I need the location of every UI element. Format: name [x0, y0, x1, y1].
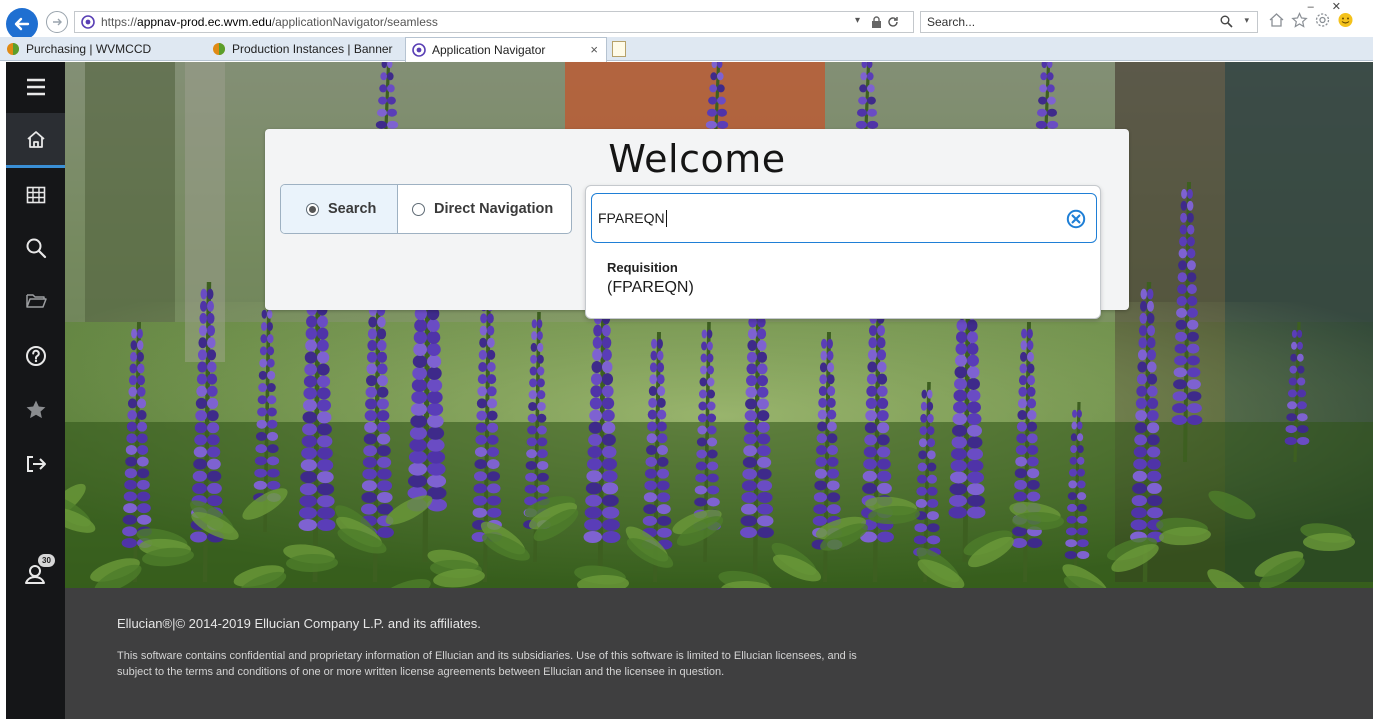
footer-legal-notice: This software contains confidential and …: [117, 650, 857, 678]
app-navigator-favicon-icon: [412, 43, 426, 57]
tab-label: Production Instances | Banner: [232, 42, 393, 56]
search-icon[interactable]: [1220, 15, 1233, 28]
result-title: Requisition: [607, 260, 678, 275]
sidebar-item-favorites[interactable]: [6, 384, 65, 434]
home-icon[interactable]: [1268, 12, 1285, 28]
window-controls[interactable]: –✕: [1308, 0, 1359, 13]
tab-application-navigator[interactable]: Application Navigator ×: [405, 37, 607, 62]
footer-copyright: Ellucian®|© 2014-2019 Ellucian Company L…: [117, 616, 481, 631]
lock-icon: [872, 16, 881, 28]
search-radio[interactable]: [306, 202, 319, 216]
notification-count-badge: 30: [38, 554, 55, 567]
search-result-item[interactable]: Requisition (FPAREQN): [591, 244, 1097, 314]
close-tab-icon[interactable]: ×: [590, 42, 598, 57]
tab-label: Purchasing | WVMCCD: [26, 42, 152, 56]
banner-favicon-icon: [7, 43, 19, 55]
clear-search-icon[interactable]: [1066, 209, 1086, 229]
back-arrow-icon: [14, 17, 30, 31]
browser-search-field[interactable]: Search... ▾: [920, 11, 1258, 33]
url-field[interactable]: https://appnav-prod.ec.wvm.edu/applicati…: [74, 11, 914, 33]
tab-purchasing[interactable]: Purchasing | WVMCCD: [0, 37, 205, 61]
help-icon: [25, 346, 46, 366]
browser-tab-strip: Purchasing | WVMCCD Production Instances…: [0, 37, 1373, 62]
direct-navigation-label: Direct Navigation: [434, 201, 554, 217]
browser-toolbar-icons: [1268, 12, 1354, 28]
folder-icon: [25, 294, 47, 308]
search-dropdown: FPAREQN Requisition (FPAREQN): [585, 185, 1101, 319]
direct-navigation-radio[interactable]: [412, 202, 425, 216]
browser-address-bar: https://appnav-prod.ec.wvm.edu/applicati…: [0, 0, 1373, 41]
sidebar-item-sign-out[interactable]: [6, 439, 65, 489]
sidebar-item-user-profile[interactable]: 30: [6, 549, 65, 599]
browser-search-placeholder: Search...: [927, 15, 976, 29]
favorites-star-icon[interactable]: [1291, 12, 1308, 28]
search-icon: [26, 238, 46, 259]
sign-out-icon: [26, 456, 46, 472]
banner-favicon-icon: [213, 43, 225, 55]
url-dropdown-icon[interactable]: ▾: [855, 15, 860, 26]
sidebar-item-home[interactable]: [6, 113, 65, 168]
sidebar-item-help[interactable]: [6, 331, 65, 381]
menu-button[interactable]: [6, 62, 65, 112]
forward-arrow-icon: [53, 18, 62, 26]
back-button[interactable]: [6, 8, 38, 40]
forward-button[interactable]: [46, 11, 68, 33]
search-input-value: FPAREQN: [598, 210, 665, 226]
navigation-mode-toggle: Search Direct Navigation: [280, 184, 572, 234]
page-search-input[interactable]: FPAREQN: [591, 193, 1097, 243]
sidebar-item-search[interactable]: [6, 223, 65, 273]
url-scheme: https://: [101, 15, 138, 29]
tab-label: Application Navigator: [432, 43, 546, 57]
tab-production-instances[interactable]: Production Instances | Banner: [206, 37, 405, 61]
page-footer: Ellucian®|© 2014-2019 Ellucian Company L…: [65, 588, 1373, 719]
new-tab-button[interactable]: [612, 41, 626, 57]
settings-gear-icon[interactable]: [1314, 12, 1331, 28]
direct-navigation-option[interactable]: Direct Navigation: [398, 185, 553, 233]
search-dropdown-icon[interactable]: ▾: [1244, 15, 1249, 26]
search-mode-label: Search: [328, 201, 377, 217]
sidebar-item-recent[interactable]: [6, 276, 65, 326]
smiley-feedback-icon[interactable]: [1337, 12, 1354, 28]
sidebar-item-applications[interactable]: [6, 170, 65, 220]
url-host: appnav-prod.ec.wvm.edu: [137, 15, 272, 29]
home-icon: [26, 131, 45, 148]
app-sidebar: 30: [6, 62, 65, 719]
star-icon: [26, 400, 45, 418]
url-path: /applicationNavigator/seamless: [271, 15, 438, 29]
result-code: (FPAREQN): [607, 279, 694, 296]
welcome-title: Welcome: [608, 137, 786, 181]
text-caret: [665, 209, 667, 227]
menu-icon: [26, 78, 45, 96]
refresh-icon[interactable]: [887, 16, 899, 28]
site-favicon-icon: [81, 15, 95, 29]
grid-icon: [26, 186, 45, 204]
search-mode-option[interactable]: Search: [281, 185, 398, 233]
